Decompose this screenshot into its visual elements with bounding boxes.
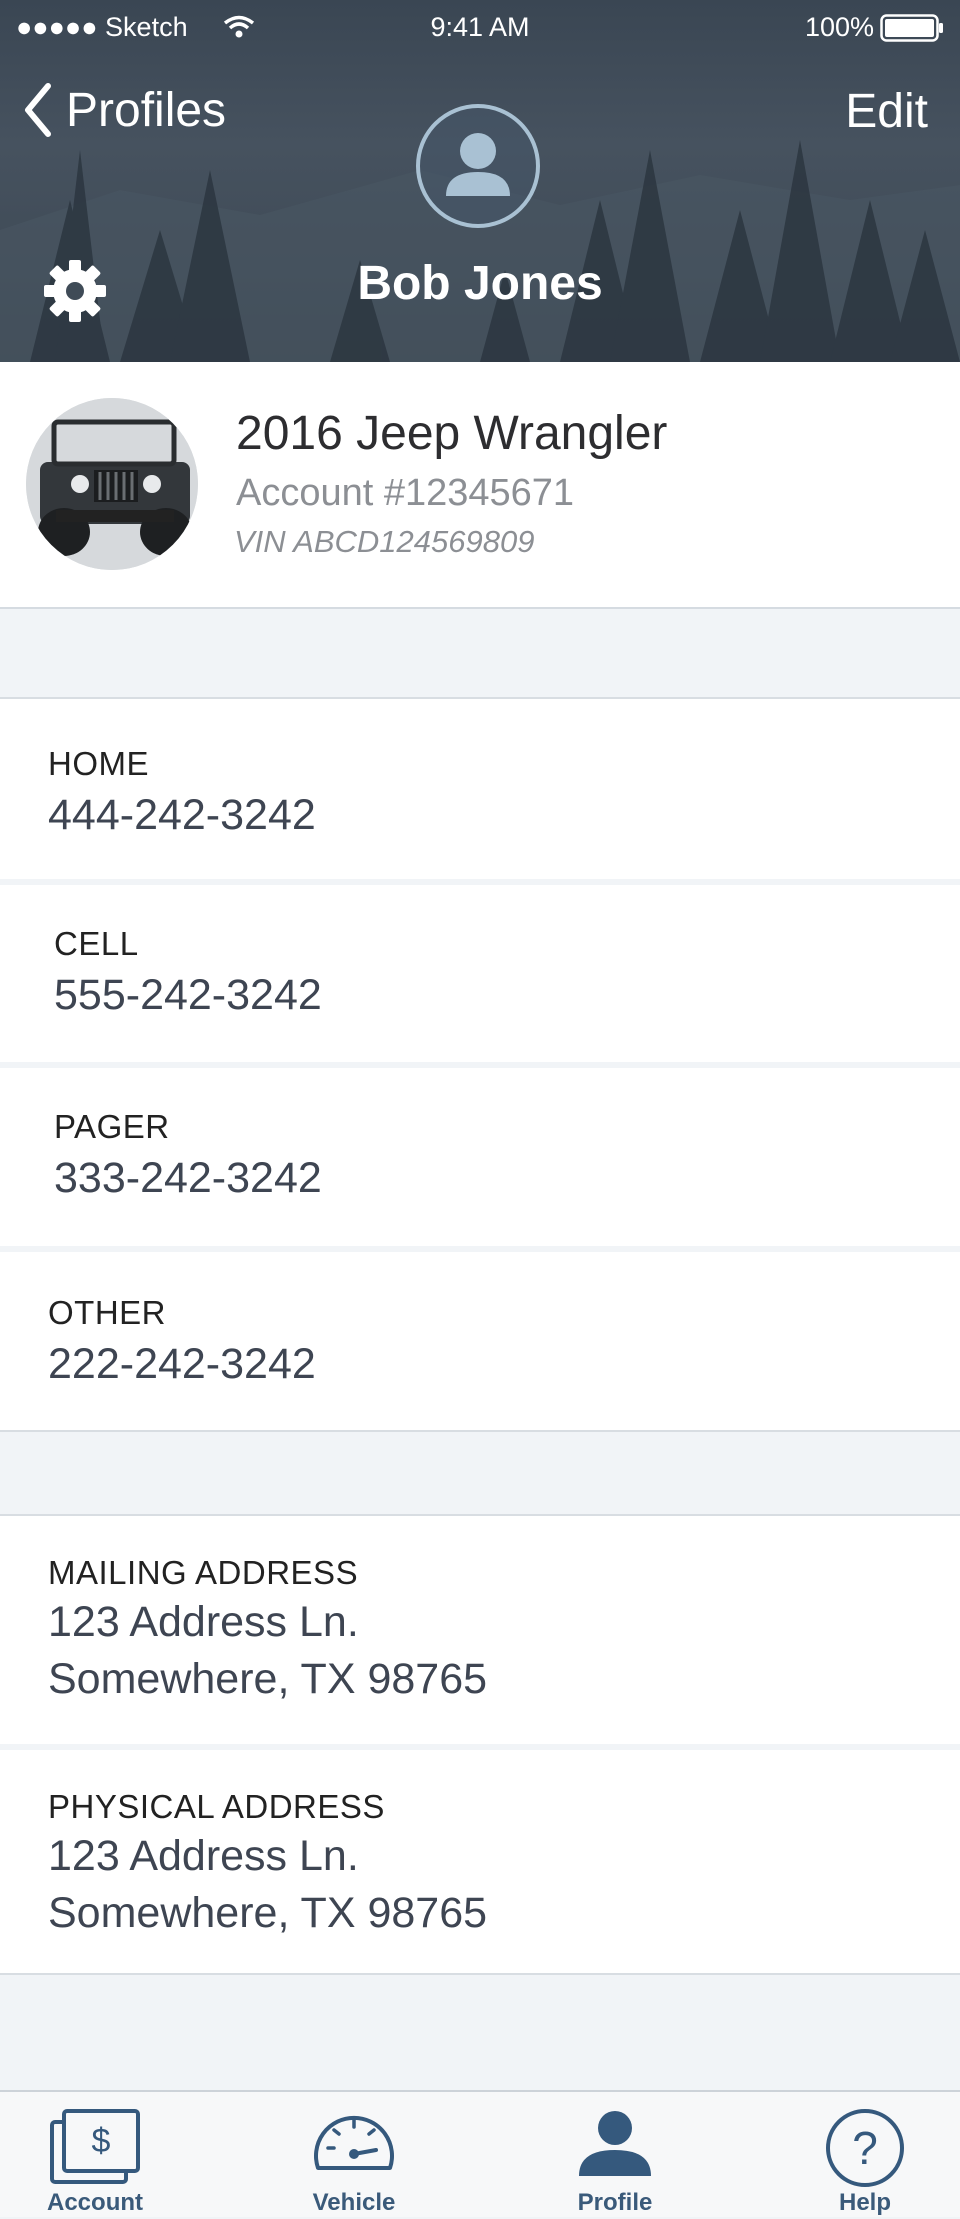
back-button[interactable]: Profiles	[20, 80, 226, 140]
vehicle-title: 2016 Jeep Wrangler	[236, 407, 668, 460]
account-icon: $	[50, 2109, 140, 2184]
tab-bar: $ Account Vehicle Profile ? Help	[0, 2090, 960, 2217]
avatar[interactable]	[416, 104, 540, 228]
contact-value: 222-242-3242	[48, 1340, 316, 1388]
contact-row-cell[interactable]: CELL 555-242-3242	[0, 885, 960, 1062]
contact-value: 444-242-3242	[48, 791, 316, 839]
tab-label: Profile	[577, 2189, 653, 2216]
contact-label: PAGER	[54, 1108, 170, 1145]
section-divider	[0, 1430, 960, 1432]
vehicle-photo	[26, 398, 198, 570]
address-line2: Somewhere, TX 98765	[48, 1655, 488, 1703]
vin-number: VIN ABCD124569809	[234, 524, 535, 559]
tab-label: Account	[47, 2189, 143, 2216]
edit-button[interactable]: Edit	[845, 84, 928, 139]
battery-icon	[880, 14, 943, 42]
contact-row-pager[interactable]: PAGER 333-242-3242	[0, 1068, 960, 1246]
address-label: MAILING ADDRESS	[48, 1554, 359, 1591]
contact-row-home[interactable]: HOME 444-242-3242	[0, 699, 960, 879]
profile-header: ●●●●● Sketch 9:41 AM 100% Profiles Edit	[0, 0, 960, 362]
tab-profile[interactable]: Profile	[515, 2092, 715, 2219]
physical-address-row[interactable]: PHYSICAL ADDRESS 123 Address Ln. Somewhe…	[0, 1750, 960, 1973]
person-icon	[446, 133, 510, 196]
section-divider	[0, 1973, 960, 1975]
profile-name: Bob Jones	[357, 257, 603, 310]
address-line1: 123 Address Ln.	[48, 1832, 359, 1880]
contact-label: OTHER	[48, 1294, 166, 1331]
contact-row-other[interactable]: OTHER 222-242-3242	[0, 1252, 960, 1430]
address-line2: Somewhere, TX 98765	[48, 1889, 488, 1937]
tab-label: Vehicle	[312, 2189, 396, 2216]
account-number: Account #12345671	[236, 472, 575, 514]
contact-value: 333-242-3242	[54, 1154, 322, 1202]
contact-label: HOME	[48, 745, 149, 782]
person-icon	[579, 2111, 651, 2176]
contact-label: CELL	[54, 925, 139, 962]
tab-label: Help	[838, 2189, 891, 2216]
tab-help[interactable]: ? Help	[765, 2092, 960, 2219]
tab-vehicle[interactable]: Vehicle	[254, 2092, 454, 2219]
chevron-left-icon	[25, 83, 51, 137]
speedometer-icon	[314, 2115, 394, 2170]
vehicle-card[interactable]: 2016 Jeep Wrangler Account #12345671 VIN…	[0, 362, 960, 609]
tab-account[interactable]: $ Account	[0, 2092, 195, 2219]
address-label: PHYSICAL ADDRESS	[48, 1788, 385, 1825]
question-icon: ?	[826, 2109, 904, 2187]
svg-text:?: ?	[852, 2122, 878, 2174]
mailing-address-row[interactable]: MAILING ADDRESS 123 Address Ln. Somewher…	[0, 1516, 960, 1744]
back-label: Profiles	[66, 83, 227, 137]
contact-value: 555-242-3242	[54, 971, 322, 1019]
svg-text:$: $	[92, 2122, 111, 2160]
address-line1: 123 Address Ln.	[48, 1598, 359, 1646]
battery-percent: 100%	[804, 12, 874, 42]
